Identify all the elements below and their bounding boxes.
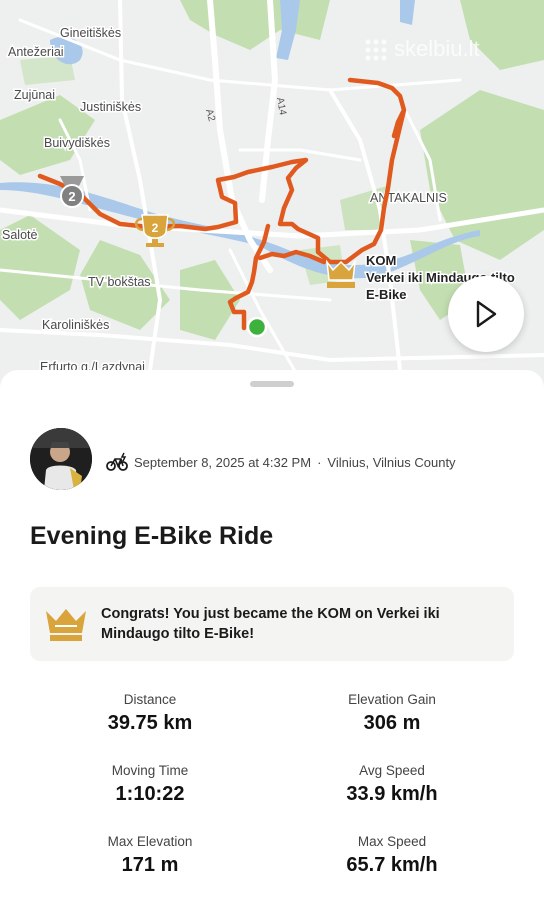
activity-datetime: September 8, 2025 at 4:32 PM	[134, 454, 312, 470]
activity-meta: September 8, 2025 at 4:32 PM · Vilnius, …	[106, 452, 456, 472]
trophy-rank: 2	[152, 221, 159, 235]
label-antakalnis: ANTAKALNIS	[370, 191, 447, 205]
activity-title[interactable]: Evening E-Bike Ride	[30, 522, 273, 551]
play-icon	[476, 300, 497, 328]
e-bike-icon	[106, 452, 128, 471]
congrats-text: Congrats! You just became the KOM on Ver…	[101, 606, 440, 642]
meta-separator: ·	[317, 454, 322, 470]
stat-value: 1:10:22	[115, 783, 185, 805]
crown-icon	[46, 609, 86, 641]
stat-value: 39.75 km	[107, 712, 193, 734]
stat-elevation-gain: Elevation Gain 306 m	[272, 692, 512, 735]
activity-sheet: September 8, 2025 at 4:32 PM · Vilnius, …	[0, 370, 544, 900]
stat-label: Max Speed	[357, 834, 427, 849]
label-gineitiskes: Gineitiškės	[60, 26, 121, 40]
stat-avg-speed: Avg Speed 33.9 km/h	[272, 763, 512, 806]
stat-value: 306 m	[363, 712, 421, 734]
stat-value: 65.7 km/h	[346, 854, 438, 876]
stat-max-speed: Max Speed 65.7 km/h	[272, 834, 512, 877]
stat-label: Avg Speed	[359, 763, 425, 778]
label-karoliniskes: Karoliniškės	[42, 318, 109, 332]
stat-max-elevation: Max Elevation 171 m	[30, 834, 270, 877]
kom-congrats-banner[interactable]: Congrats! You just became the KOM on Ver…	[30, 587, 514, 661]
stat-value: 171 m	[121, 854, 179, 876]
stat-label: Moving Time	[111, 763, 189, 778]
stat-label: Elevation Gain	[348, 692, 436, 707]
label-zujunai: Zujūnai	[14, 88, 55, 102]
label-salote: Salotė	[2, 228, 37, 242]
segment-badge: KOM	[366, 253, 396, 268]
label-justiniskes: Justiniškės	[80, 100, 141, 114]
label-antezeriai: Antežeriai	[8, 45, 64, 59]
stat-label: Max Elevation	[107, 834, 193, 849]
segment-name-line2: E-Bike	[366, 287, 406, 302]
avatar-photo	[30, 428, 92, 490]
label-buivydiskes: Buivydiškės	[44, 136, 110, 150]
drag-handle[interactable]	[250, 381, 294, 387]
label-tv-bokstas: TV bokštas	[88, 275, 151, 289]
activity-location: Vilnius, Vilnius County	[327, 454, 456, 470]
stat-value: 33.9 km/h	[346, 783, 438, 805]
avatar[interactable]	[30, 428, 92, 490]
play-flyover-button[interactable]	[448, 276, 524, 352]
start-marker	[246, 316, 268, 338]
stat-moving-time: Moving Time 1:10:22	[30, 763, 270, 806]
medal-rank: 2	[68, 189, 75, 204]
stat-label: Distance	[123, 692, 177, 707]
watermark-text: skelbiu.lt	[394, 36, 480, 61]
medal-marker[interactable]: 2	[60, 176, 84, 208]
stat-distance: Distance 39.75 km	[30, 692, 270, 735]
